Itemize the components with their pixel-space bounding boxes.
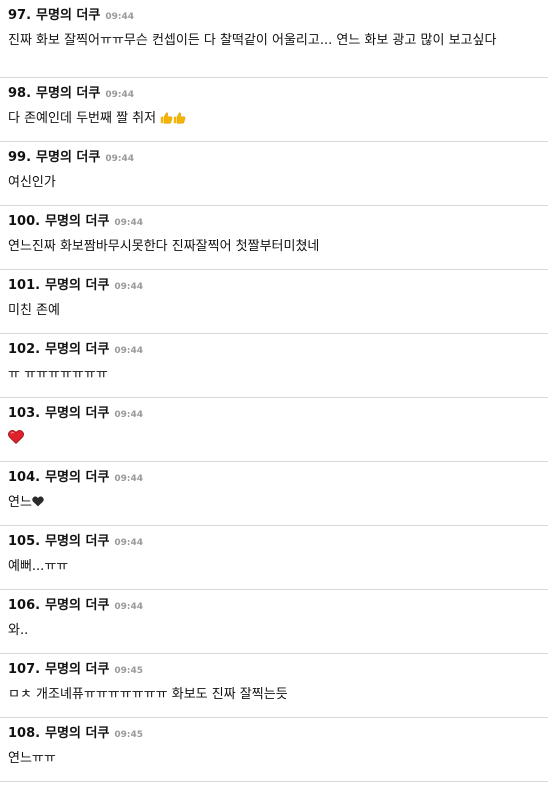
comment-header: 98. 무명의 더쿠 09:44 [8, 85, 540, 103]
comment-header: 100. 무명의 더쿠 09:44 [8, 213, 540, 231]
comment-number: 97. [8, 8, 32, 23]
comment-number: 102. [8, 342, 41, 357]
thumbs-up-icon [174, 112, 186, 124]
comment-header: 103. 무명의 더쿠 09:44 [8, 405, 540, 423]
comment-header: 99. 무명의 더쿠 09:44 [8, 149, 540, 167]
comment-time: 09:44 [114, 538, 144, 548]
comment-number: 103. [8, 406, 41, 421]
comment-number: 100. [8, 214, 41, 229]
comment-item: 101. 무명의 더쿠 09:44 미친 존예 [0, 270, 548, 334]
comment-item: 108. 무명의 더쿠 09:45 연느ㅠㅠ [0, 718, 548, 782]
comment-time: 09:45 [114, 730, 144, 740]
comment-header: 105. 무명의 더쿠 09:44 [8, 533, 540, 551]
comment-author[interactable]: 무명의 더쿠 [36, 7, 100, 25]
comment-body: 진짜 화보 잘찍어ㅠㅠ무슨 컨셉이든 다 찰떡같이 어울리고... 연느 화보 … [8, 33, 497, 48]
comment-time: 09:44 [114, 282, 144, 292]
comment-body: 미친 존예 [8, 303, 60, 318]
comment-header: 101. 무명의 더쿠 09:44 [8, 277, 540, 295]
comment-item: 98. 무명의 더쿠 09:44 다 존예인데 두번째 짤 취저 [0, 78, 548, 142]
comment-number: 101. [8, 278, 41, 293]
comment-body: 다 존예인데 두번째 짤 취저 [8, 109, 540, 129]
comment-body: 연느진짜 화보짬바무시못한다 진짜잘찍어 첫짤부터미쳤네 [8, 239, 320, 254]
comment-author[interactable]: 무명의 더쿠 [45, 533, 109, 551]
comment-number: 107. [8, 662, 41, 677]
comment-body: 연느 [8, 493, 540, 513]
comment-header: 108. 무명의 더쿠 09:45 [8, 725, 540, 743]
comment-time: 09:44 [114, 218, 144, 228]
comment-body: 예뻐...ㅠㅠ [8, 559, 69, 574]
comment-item: 105. 무명의 더쿠 09:44 예뻐...ㅠㅠ [0, 526, 548, 590]
comment-header: 97. 무명의 더쿠 09:44 [8, 7, 540, 25]
comment-item: 107. 무명의 더쿠 09:45 ㅁㅊ 개조녜퓨ㅠㅠㅠㅠㅠㅠㅠ 화보도 진짜 … [0, 654, 548, 718]
comment-body: ㅁㅊ 개조녜퓨ㅠㅠㅠㅠㅠㅠㅠ 화보도 진짜 잘찍는듯 [8, 687, 288, 702]
comment-item: 102. 무명의 더쿠 09:44 ㅠ ㅠㅠㅠㅠㅠㅠㅠ [0, 334, 548, 398]
comment-author[interactable]: 무명의 더쿠 [45, 405, 109, 423]
comment-body: ㅠ ㅠㅠㅠㅠㅠㅠㅠ [8, 367, 108, 382]
comment-number: 106. [8, 598, 41, 613]
comment-body [8, 429, 540, 449]
comment-text: 연느 [8, 495, 32, 510]
comment-text: 다 존예인데 두번째 짤 취저 [8, 111, 157, 126]
comment-author[interactable]: 무명의 더쿠 [45, 277, 109, 295]
comment-item: 100. 무명의 더쿠 09:44 연느진짜 화보짬바무시못한다 진짜잘찍어 첫… [0, 206, 548, 270]
comment-header: 102. 무명의 더쿠 09:44 [8, 341, 540, 359]
comment-header: 107. 무명의 더쿠 09:45 [8, 661, 540, 679]
comment-number: 104. [8, 470, 41, 485]
comment-header: 106. 무명의 더쿠 09:44 [8, 597, 540, 615]
comment-time: 09:44 [114, 474, 144, 484]
comment-number: 108. [8, 726, 41, 741]
comment-body: 연느ㅠㅠ [8, 751, 56, 766]
comment-number: 99. [8, 150, 32, 165]
comment-item: 99. 무명의 더쿠 09:44 여신인가 [0, 142, 548, 206]
comment-item: 106. 무명의 더쿠 09:44 와.. [0, 590, 548, 654]
comment-time: 09:44 [114, 346, 144, 356]
comment-time: 09:44 [105, 90, 135, 100]
comment-author[interactable]: 무명의 더쿠 [36, 149, 100, 167]
comment-time: 09:44 [114, 602, 144, 612]
comment-header: 104. 무명의 더쿠 09:44 [8, 469, 540, 487]
comment-item: 97. 무명의 더쿠 09:44 진짜 화보 잘찍어ㅠㅠ무슨 컨셉이든 다 찰떡… [0, 0, 548, 78]
comment-body: 여신인가 [8, 175, 56, 190]
comment-author[interactable]: 무명의 더쿠 [45, 213, 109, 231]
comment-author[interactable]: 무명의 더쿠 [45, 725, 109, 743]
comment-time: 09:44 [105, 154, 135, 164]
comment-author[interactable]: 무명의 더쿠 [45, 597, 109, 615]
comment-item: 103. 무명의 더쿠 09:44 [0, 398, 548, 462]
comment-item: 104. 무명의 더쿠 09:44 연느 [0, 462, 548, 526]
comment-number: 98. [8, 86, 32, 101]
comment-author[interactable]: 무명의 더쿠 [45, 469, 109, 487]
comment-time: 09:45 [114, 666, 144, 676]
thumbs-up-icon [161, 112, 173, 124]
comment-time: 09:44 [105, 12, 135, 22]
comment-list: 97. 무명의 더쿠 09:44 진짜 화보 잘찍어ㅠㅠ무슨 컨셉이든 다 찰떡… [0, 0, 548, 782]
comment-body: 와.. [8, 623, 29, 638]
black-heart-icon [32, 496, 44, 507]
comment-number: 105. [8, 534, 41, 549]
comment-author[interactable]: 무명의 더쿠 [45, 661, 109, 679]
comment-author[interactable]: 무명의 더쿠 [36, 85, 100, 103]
comment-time: 09:44 [114, 410, 144, 420]
red-heart-icon [8, 430, 24, 444]
comment-author[interactable]: 무명의 더쿠 [45, 341, 109, 359]
